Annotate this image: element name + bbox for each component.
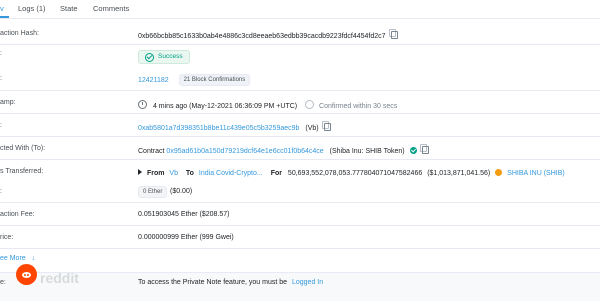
tab-logs[interactable]: Logs (1) xyxy=(18,4,46,13)
reddit-face xyxy=(22,272,31,278)
clock-icon xyxy=(138,100,147,109)
divider xyxy=(0,136,600,137)
divider xyxy=(0,90,600,91)
private-note-bar: e: To access the Private Note feature, y… xyxy=(0,272,600,301)
contract-address-link[interactable]: 0x95ad61b0a150d79219dcf64e1e6cc01f0b64c4… xyxy=(166,148,323,155)
label-value: : xyxy=(0,188,2,195)
copy-icon[interactable] xyxy=(388,29,398,39)
block-value: 12421182 21 Block Confirmations xyxy=(138,74,251,87)
check-circle-icon xyxy=(145,52,154,62)
chevron-down-icon: ↓ xyxy=(31,255,36,262)
tab-overview[interactable]: v xyxy=(0,4,4,13)
divider xyxy=(0,202,600,203)
timestamp-text: 4 mins ago (May-12-2021 06:36:09 PM +UTC… xyxy=(152,103,298,110)
interacted-with-value: Contract 0x95ad61b0a150d79219dcf64e1e6cc… xyxy=(138,144,429,155)
tab-comments[interactable]: Comments xyxy=(93,4,129,13)
label-status: : xyxy=(0,50,2,57)
to-label: To xyxy=(185,170,194,177)
label-block: : xyxy=(0,75,2,82)
divider xyxy=(0,225,600,226)
label-tokens-transferred: s Transferred: xyxy=(0,168,44,175)
see-more-label: ee More xyxy=(0,255,26,262)
value-ether-pill: 0 Ether xyxy=(138,186,168,198)
private-note-message: To access the Private Note feature, you … xyxy=(138,279,288,286)
label-timestamp: amp: xyxy=(0,99,16,106)
shib-token-icon xyxy=(495,169,503,176)
reddit-eye-left xyxy=(24,274,26,276)
from-value: 0xab5801a7d398351b8be11c439e05c5b3259aec… xyxy=(138,121,331,132)
from-tag: (Vb) xyxy=(305,125,319,132)
copy-icon[interactable] xyxy=(419,144,429,154)
token-from-link[interactable]: Vb xyxy=(169,170,178,177)
label-transaction-fee: action Fee: xyxy=(0,211,35,218)
label-interacted-with: cted With (To): xyxy=(0,145,46,152)
divider xyxy=(0,248,600,249)
gas-price-value: 0.000000999 Ether (999 Gwei) xyxy=(138,234,234,241)
timestamp-value: 4 mins ago (May-12-2021 06:36:09 PM +UTC… xyxy=(138,99,397,110)
tokens-transferred-value: From Vb To India Covid-Crypto... For 50,… xyxy=(138,168,565,177)
token-amount: 50,693,552,078,053.777804071047582466 xyxy=(287,170,423,177)
from-address-link[interactable]: 0xab5801a7d398351b8be11c439e05c5b3259aec… xyxy=(138,125,299,132)
confirmations-badge: 21 Block Confirmations xyxy=(178,74,251,86)
copy-icon[interactable] xyxy=(321,121,331,131)
confirmed-text: Confirmed within 30 secs xyxy=(319,103,398,110)
divider xyxy=(0,113,600,114)
token-usd: ($1,013,871,041.56) xyxy=(427,170,491,177)
block-number-link[interactable]: 12421182 xyxy=(138,77,169,84)
reddit-eye-right xyxy=(27,274,29,276)
reddit-wordmark: reddit xyxy=(40,270,79,286)
token-name-link[interactable]: SHIBA INU (SHIB) xyxy=(507,170,565,177)
token-to-link[interactable]: India Covid-Crypto... xyxy=(199,170,263,177)
for-label: For xyxy=(270,170,282,177)
logged-in-link[interactable]: Logged In xyxy=(292,279,323,286)
confirmed-within: Confirmed within 30 secs xyxy=(305,100,398,110)
divider xyxy=(0,159,600,160)
value-usd: ($0.00) xyxy=(170,188,193,195)
see-more-link[interactable]: ee More ↓ xyxy=(0,255,35,262)
reddit-logo-icon xyxy=(16,264,37,285)
label-gas-price: rice: xyxy=(0,234,14,241)
contract-prefix: Contract xyxy=(138,148,165,155)
verified-check-icon xyxy=(409,147,417,154)
hourglass-icon xyxy=(305,100,315,109)
divider xyxy=(0,44,600,45)
transaction-hash[interactable]: 0xb66bcbb85c1633b0ab4e4886c3cd8eeaeb63ed… xyxy=(138,33,386,40)
label-from: : xyxy=(0,122,2,129)
contract-name: (Shiba Inu: SHIB Token) xyxy=(329,148,405,155)
active-tab-indicator xyxy=(0,16,9,18)
from-label: From xyxy=(146,170,165,177)
private-note-label: e: xyxy=(0,279,6,286)
transaction-hash-value: 0xb66bcbb85c1633b0ab4e4886c3cd8eeaeb63ed… xyxy=(138,29,398,40)
tab-bar: v Logs (1) State Comments xyxy=(0,0,600,19)
status-badge: Success xyxy=(138,50,190,64)
private-note-text: To access the Private Note feature, you … xyxy=(138,279,323,286)
label-transaction-hash: action Hash: xyxy=(0,30,39,37)
status-text: Success xyxy=(158,53,183,60)
transaction-fee-value: 0.051903045 Ether ($208.57) xyxy=(138,211,230,218)
arrow-right-icon xyxy=(138,169,142,175)
tab-state[interactable]: State xyxy=(60,4,78,13)
